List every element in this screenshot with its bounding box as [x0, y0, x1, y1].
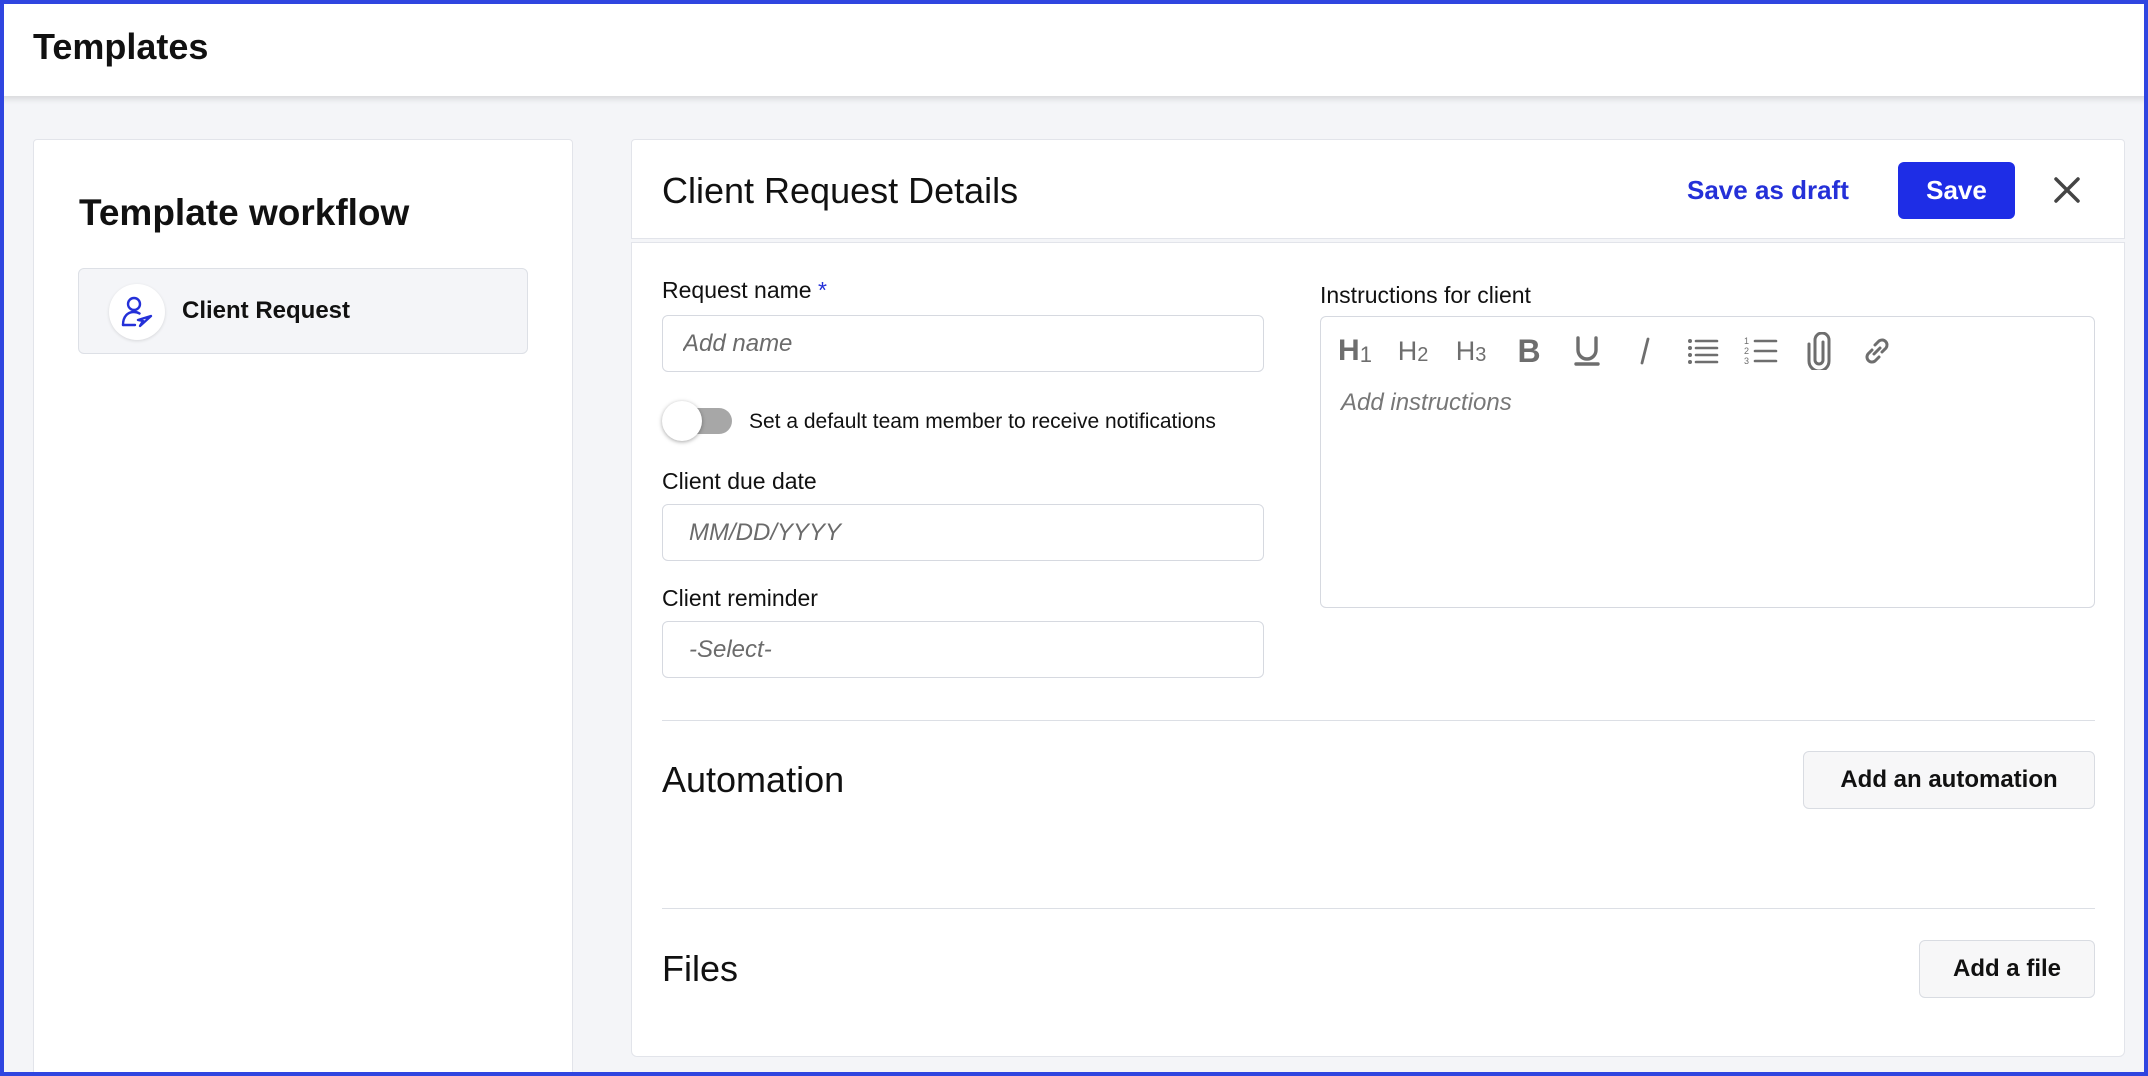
heading-2-icon[interactable]: H2	[1391, 329, 1435, 373]
instructions-editor[interactable]: H1 H2 H3 B 1 2 3 Add instructions	[1320, 316, 2095, 608]
add-automation-button[interactable]: Add an automation	[1803, 751, 2095, 809]
reminder-select[interactable]	[662, 621, 1264, 678]
user-send-icon	[109, 284, 165, 340]
automation-title: Automation	[662, 759, 845, 800]
details-header: Client Request Details Save as draft Sav…	[631, 139, 2125, 239]
link-icon[interactable]	[1855, 329, 1899, 373]
top-bar: Templates	[0, 0, 2148, 96]
svg-text:2: 2	[1744, 346, 1749, 356]
workflow-heading: Template workflow	[79, 192, 410, 233]
svg-text:3: 3	[1744, 356, 1749, 366]
template-workflow-panel: Template workflow Client Request	[33, 139, 573, 1076]
details-title: Client Request Details	[662, 170, 1019, 211]
workflow-item-label: Client Request	[182, 297, 351, 324]
bold-icon[interactable]: B	[1507, 329, 1551, 373]
save-button[interactable]: Save	[1898, 162, 2015, 219]
files-title: Files	[662, 948, 739, 989]
attachment-icon[interactable]	[1797, 329, 1841, 373]
details-content: Request name * Set a default team member…	[631, 242, 2125, 1057]
italic-icon[interactable]	[1623, 329, 1667, 373]
svg-text:1: 1	[1744, 336, 1749, 346]
request-name-label: Request name *	[662, 277, 827, 304]
reminder-label: Client reminder	[662, 585, 818, 611]
save-as-draft-button[interactable]: Save as draft	[1687, 175, 1849, 206]
divider	[662, 908, 2095, 909]
underline-icon[interactable]	[1565, 329, 1609, 373]
close-icon[interactable]	[2047, 170, 2087, 210]
instructions-label: Instructions for client	[1320, 282, 1531, 308]
numbered-list-icon[interactable]: 1 2 3	[1739, 329, 1783, 373]
notify-toggle-label: Set a default team member to receive not…	[749, 410, 1216, 433]
request-name-input[interactable]	[662, 315, 1264, 372]
heading-3-icon[interactable]: H3	[1449, 329, 1493, 373]
workflow-item-client-request[interactable]: Client Request	[78, 268, 528, 354]
heading-1-icon[interactable]: H1	[1333, 329, 1377, 373]
instructions-placeholder: Add instructions	[1341, 389, 1512, 416]
due-date-label: Client due date	[662, 468, 817, 494]
toggle-knob	[662, 401, 702, 441]
bulleted-list-icon[interactable]	[1681, 329, 1725, 373]
request-name-label-text: Request name	[662, 277, 812, 303]
required-marker: *	[817, 277, 827, 303]
notify-toggle[interactable]	[662, 401, 734, 441]
divider	[662, 720, 2095, 721]
page-title: Templates	[33, 26, 209, 67]
due-date-input[interactable]	[662, 504, 1264, 561]
add-file-button[interactable]: Add a file	[1919, 940, 2095, 998]
